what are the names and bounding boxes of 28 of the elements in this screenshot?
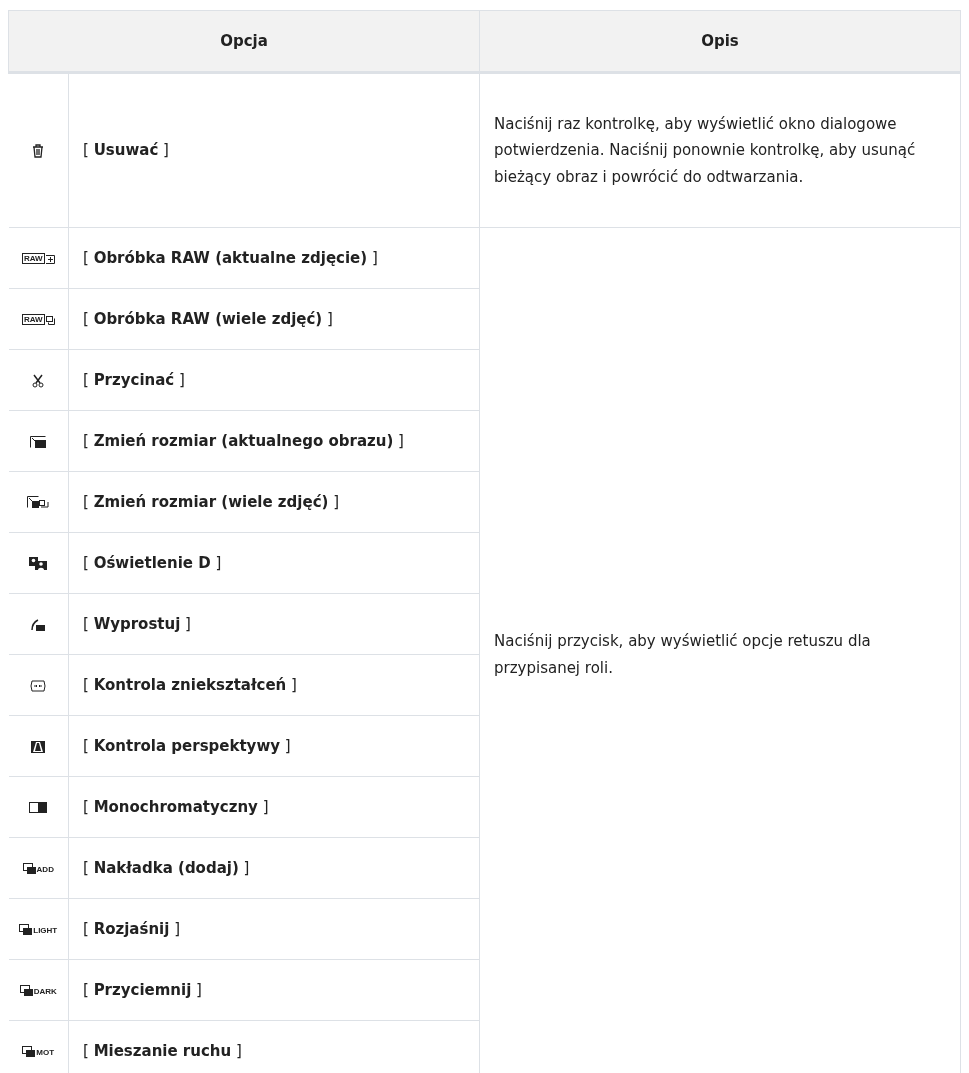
option-label: [ Obróbka RAW (aktualne zdjęcie) ]	[83, 248, 378, 267]
resize-images-icon	[27, 496, 50, 509]
trash-icon	[32, 144, 45, 158]
option-label: [ Kontrola zniekształceń ]	[83, 675, 297, 694]
option-label: [ Przyciemnij ]	[83, 980, 202, 999]
option-label: [ Mieszanie ruchu ]	[83, 1041, 242, 1060]
option-label: [ Zmień rozmiar (aktualnego obrazu) ]	[83, 431, 404, 450]
option-label: [ Przycinać ]	[83, 370, 185, 389]
perspective-icon	[31, 740, 46, 753]
option-label: [ Obróbka RAW (wiele zdjęć) ]	[83, 309, 333, 328]
option-label: [ Rozjaśnij ]	[83, 919, 180, 938]
description-text: Naciśnij przycisk, aby wyświetlić opcje retuszu dla przypisanej roli.	[494, 631, 872, 679]
column-header: Opcja	[8, 10, 480, 73]
option-label: [ Usuwać ]	[83, 141, 169, 160]
distortion-icon	[30, 679, 47, 692]
option-label: [ Nakładka (dodaj) ]	[83, 858, 250, 877]
option-label: [ Monochromatyczny ]	[83, 797, 269, 816]
option-label: [ Wyprostuj ]	[83, 614, 191, 633]
resize-icon	[30, 435, 47, 448]
column-header: Opis	[479, 10, 961, 73]
description-text: Naciśnij raz kontrolkę, aby wyświetlić okno dialogowe potwierdzenia. Naciśnij ponownie kontrolkę, aby usunąć bieżący obraz i powrócić do odtwarzania.	[494, 114, 917, 188]
option-label: [ Oświetlenie D ]	[83, 553, 222, 572]
d-lighting-icon	[29, 557, 48, 570]
option-label: [ Zmień rozmiar (wiele zdjęć) ]	[83, 492, 339, 511]
scissors-icon	[32, 373, 45, 388]
option-label: [ Kontrola perspektywy ]	[83, 736, 291, 755]
monochrome-icon	[29, 802, 48, 813]
straighten-icon	[31, 618, 46, 631]
